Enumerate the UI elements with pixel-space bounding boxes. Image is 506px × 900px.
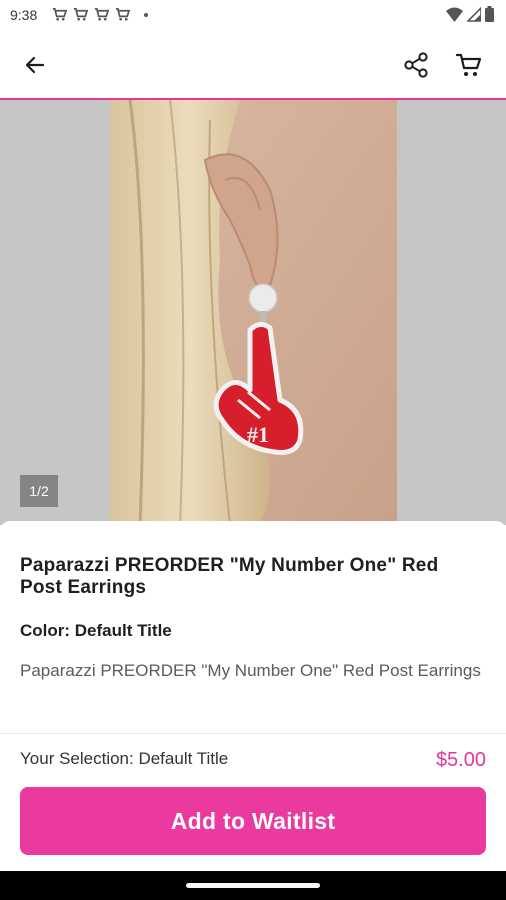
back-button[interactable] <box>12 42 58 88</box>
status-bar: 9:38 <box>0 0 506 32</box>
product-image-gallery[interactable]: #1 <box>0 100 506 525</box>
image-page-indicator: 1/2 <box>20 475 58 507</box>
more-notifications-dot <box>144 12 148 17</box>
arrow-left-icon <box>25 56 45 74</box>
selection-summary: Your Selection: Default Title <box>20 749 229 768</box>
cart-icon <box>73 8 88 21</box>
system-icons <box>446 6 494 22</box>
notification-icons <box>52 7 148 22</box>
wifi-icon <box>446 7 463 22</box>
product-photo: #1 <box>110 100 397 525</box>
battery-icon <box>485 6 494 22</box>
color-option-label: Color: Default Title <box>20 621 172 640</box>
cart-icon <box>455 53 482 76</box>
cart-icon <box>115 8 130 21</box>
product-title: Paparazzi PREORDER "My Number One" Red P… <box>20 555 439 598</box>
cart-icon <box>52 8 67 21</box>
cart-button[interactable] <box>446 42 492 88</box>
product-description: Paparazzi PREORDER "My Number One" Red P… <box>20 661 481 680</box>
divider <box>0 733 506 734</box>
product-price: $5.00 <box>435 749 486 771</box>
share-icon <box>404 52 428 78</box>
app-toolbar <box>0 32 506 100</box>
product-details-sheet: Paparazzi PREORDER "My Number One" Red P… <box>0 521 506 871</box>
home-indicator[interactable] <box>186 883 320 888</box>
status-time: 9:38 <box>10 7 38 23</box>
system-navigation-bar <box>0 871 506 900</box>
signal-icon <box>467 6 481 22</box>
add-to-waitlist-button[interactable]: Add to Waitlist <box>20 787 486 855</box>
svg-text:#1: #1 <box>247 422 269 447</box>
share-button[interactable] <box>393 42 439 88</box>
cart-icon <box>94 8 109 21</box>
